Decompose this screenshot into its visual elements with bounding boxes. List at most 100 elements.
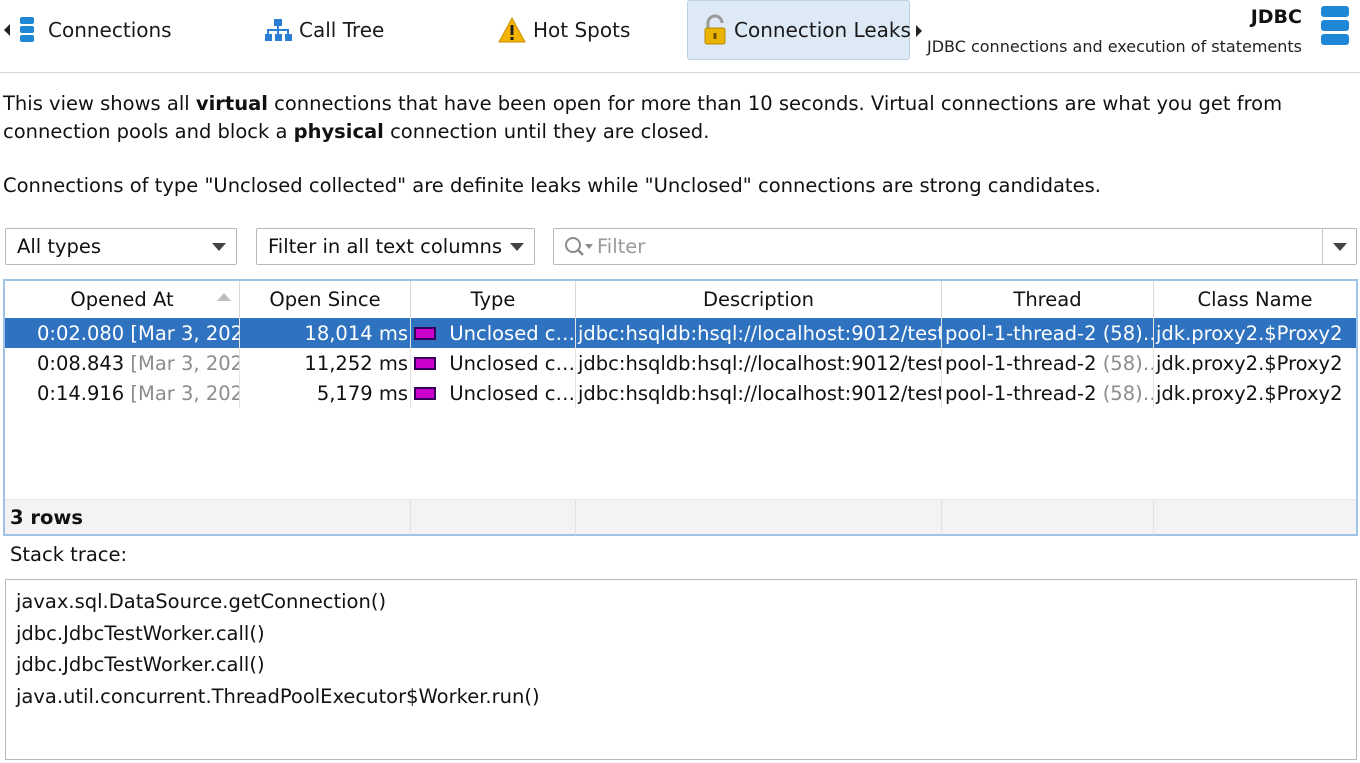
filter-search-input[interactable]: Filter: [553, 228, 1357, 265]
call-tree-icon: [263, 15, 293, 45]
tab-label: Connection Leaks: [734, 18, 911, 42]
cell-opened-at: 0:02.080 [Mar 3, 202…: [5, 318, 240, 348]
column-header-thread[interactable]: Thread: [942, 281, 1154, 318]
tab-connection-leaks[interactable]: Connection Leaks: [687, 0, 911, 60]
cell-type: Unclosed c…: [411, 378, 576, 408]
stack-frame[interactable]: javax.sql.DataSource.getConnection(): [16, 586, 1356, 618]
cell-description: jdbc:hsqldb:hsql://localhost:9012/test: [576, 318, 942, 348]
tab-hot-spots[interactable]: Hot Spots: [497, 0, 657, 60]
stack-trace-panel[interactable]: javax.sql.DataSource.getConnection() jdb…: [5, 579, 1357, 760]
thread-id: (58)…: [1102, 321, 1153, 345]
type-color-swatch: [414, 326, 437, 340]
column-header-opened-at[interactable]: Opened At: [5, 281, 240, 318]
description-emphasis-virtual: virtual: [195, 92, 268, 115]
cell-type: Unclosed c…: [411, 318, 576, 348]
description-emphasis-physical: physical: [293, 120, 384, 143]
cell-thread: pool-1-thread-2 (58)…: [942, 318, 1154, 348]
probe-title: JDBC: [1250, 6, 1302, 28]
cell-open-since: 18,014 ms: [240, 318, 411, 348]
opened-time: 0:08.843: [37, 351, 125, 375]
cell-class-name: jdk.proxy2.$Proxy2: [1156, 381, 1343, 405]
type-color-swatch: [414, 356, 437, 370]
opened-date: [Mar 3, 202…: [130, 351, 239, 375]
column-header-open-since[interactable]: Open Since: [240, 281, 411, 318]
stack-trace-label: Stack trace:: [10, 543, 128, 566]
cell-open-since: 5,179 ms: [240, 378, 411, 408]
scroll-tabs-right-icon[interactable]: [916, 25, 922, 37]
scroll-tabs-left-icon[interactable]: [4, 24, 10, 36]
description-text: This view shows all: [3, 92, 196, 115]
probe-subtitle: JDBC connections and execution of statem…: [926, 37, 1302, 56]
column-filter-select[interactable]: Filter in all text columns: [256, 228, 535, 265]
table-row[interactable]: 0:08.843 [Mar 3, 202… 11,252 ms Unclosed…: [5, 348, 1356, 378]
type-label: Unclosed c…: [449, 351, 575, 375]
cell-description: jdbc:hsqldb:hsql://localhost:9012/test: [576, 378, 942, 408]
column-header-label: Open Since: [269, 288, 381, 311]
column-header-description[interactable]: Description: [576, 281, 942, 318]
view-description: This view shows all virtual connections …: [3, 90, 1353, 146]
type-filter-value: All types: [17, 235, 102, 258]
chevron-down-icon: [212, 243, 226, 251]
connection-leaks-table[interactable]: Opened At Open Since Type Description Th…: [3, 279, 1358, 536]
jdbc-database-icon: [1318, 4, 1352, 53]
opened-time: 0:14.916: [37, 381, 125, 405]
search-icon: [563, 235, 595, 264]
row-count: 3 rows: [10, 506, 83, 529]
table-row[interactable]: 0:14.916 [Mar 3, 202… 5,179 ms Unclosed …: [5, 378, 1356, 408]
tab-call-tree[interactable]: Call Tree: [263, 0, 423, 60]
thread-name: pool-1-thread-2: [945, 321, 1097, 345]
view-description-note: Connections of type "Unclosed collected"…: [3, 174, 1101, 197]
cell-opened-at: 0:08.843 [Mar 3, 202…: [5, 348, 240, 378]
footer-cell: [576, 500, 942, 535]
column-header-label: Description: [702, 288, 815, 311]
tab-label: Connections: [48, 18, 172, 42]
table-footer: 3 rows: [5, 499, 1356, 535]
cell-type: Unclosed c…: [411, 348, 576, 378]
column-header-label: Type: [470, 288, 516, 311]
column-header-label: Class Name: [1197, 288, 1313, 311]
stack-frame[interactable]: jdbc.JdbcTestWorker.call(): [16, 649, 1356, 681]
type-label: Unclosed c…: [449, 321, 575, 345]
database-icon: [12, 15, 42, 45]
cell-thread: pool-1-thread-2 (58)…: [942, 348, 1154, 378]
thread-id: (58)…: [1102, 351, 1153, 375]
chevron-down-icon: [1333, 243, 1347, 251]
stack-frame[interactable]: java.util.concurrent.ThreadPoolExecutor$…: [16, 681, 1356, 713]
search-placeholder: Filter: [597, 235, 646, 258]
thread-name: pool-1-thread-2: [945, 381, 1097, 405]
column-header-class-name[interactable]: Class Name: [1154, 281, 1356, 318]
tab-label: Hot Spots: [533, 18, 631, 42]
footer-cell: [942, 500, 1154, 535]
warning-icon: [497, 15, 527, 45]
column-header-label: Opened At: [70, 288, 174, 311]
stack-frame[interactable]: jdbc.JdbcTestWorker.call(): [16, 618, 1356, 650]
table-row[interactable]: 0:02.080 [Mar 3, 202… 18,014 ms Unclosed…: [5, 318, 1356, 348]
table-header: Opened At Open Since Type Description Th…: [5, 281, 1356, 318]
cell-thread: pool-1-thread-2 (58)…: [942, 378, 1154, 408]
cell-open-since: 11,252 ms: [240, 348, 411, 378]
sort-ascending-icon: [217, 293, 231, 301]
tab-connections[interactable]: Connections: [12, 0, 182, 60]
footer-cell: [411, 500, 576, 535]
opened-date: [Mar 3, 202…: [130, 321, 239, 345]
cell-opened-at: 0:14.916 [Mar 3, 202…: [5, 378, 240, 408]
opened-time: 0:02.080: [37, 321, 125, 345]
column-header-label: Thread: [1013, 288, 1082, 311]
column-filter-value: Filter in all text columns: [268, 235, 503, 258]
view-tab-bar: Connections Call Tree Hot Spots Connecti…: [0, 0, 1360, 73]
chevron-down-icon: [510, 243, 524, 251]
thread-name: pool-1-thread-2: [945, 351, 1097, 375]
type-color-swatch: [414, 386, 437, 400]
cell-class-name: jdk.proxy2.$Proxy2: [1156, 321, 1343, 345]
cell-description: jdbc:hsqldb:hsql://localhost:9012/test: [576, 348, 942, 378]
search-history-dropdown[interactable]: [1322, 229, 1356, 264]
thread-id: (58)…: [1102, 381, 1153, 405]
open-lock-icon: [702, 14, 728, 45]
cell-class-name: jdk.proxy2.$Proxy2: [1156, 351, 1343, 375]
description-text: connection until they are closed.: [383, 120, 710, 143]
tab-label: Call Tree: [299, 18, 385, 42]
opened-date: [Mar 3, 202…: [130, 381, 239, 405]
column-header-type[interactable]: Type: [411, 281, 576, 318]
type-label: Unclosed c…: [449, 381, 575, 405]
type-filter-select[interactable]: All types: [5, 228, 237, 265]
